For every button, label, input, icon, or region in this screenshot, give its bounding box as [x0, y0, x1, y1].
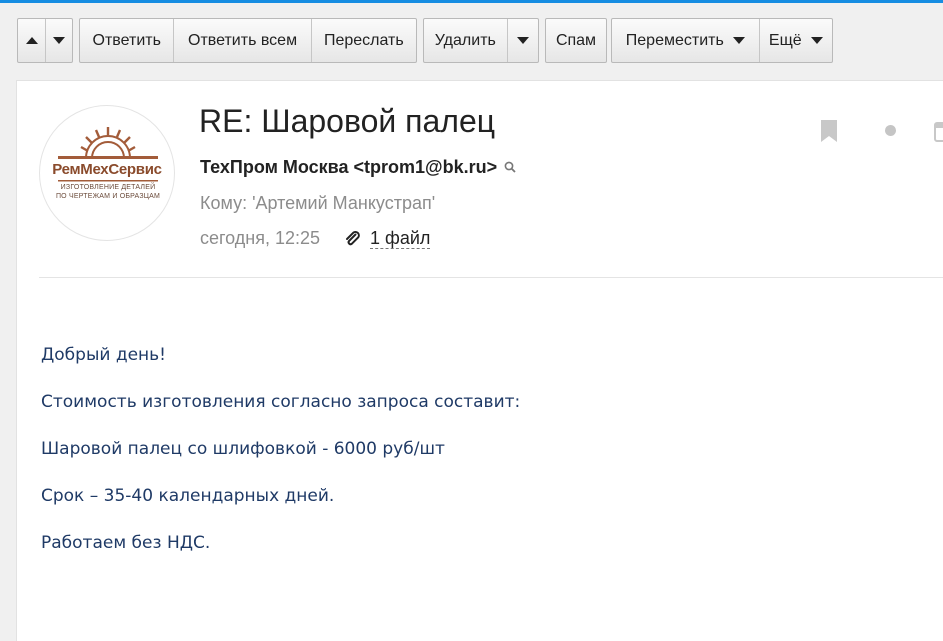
- arrow-down-icon: [53, 37, 65, 44]
- message-subject: RE: Шаровой палец: [199, 103, 496, 139]
- paperclip-icon: [346, 230, 360, 245]
- chevron-down-icon: [516, 37, 529, 44]
- calendar-icon[interactable]: [933, 119, 943, 143]
- message-meta: сегодня, 12:25 1 файл: [200, 228, 431, 249]
- move-button[interactable]: Переместить: [612, 19, 759, 62]
- body-line: Стоимость изготовления согласно запроса …: [41, 392, 521, 412]
- message-view: РемМехСервис ИЗГОТОВЛЕНИЕ ДЕТАЛЕЙ ПО ЧЕР…: [16, 80, 943, 641]
- reply-all-button[interactable]: Ответить всем: [173, 19, 310, 62]
- unread-dot-icon[interactable]: [885, 125, 896, 136]
- move-button-group: Переместить Ещё: [611, 18, 833, 63]
- body-line: Срок – 35-40 календарных дней.: [41, 486, 335, 506]
- recipient-line: Кому: 'Артемий Манкустрап': [200, 193, 436, 213]
- message-date: сегодня, 12:25: [200, 228, 321, 248]
- more-button[interactable]: Ещё: [758, 19, 832, 62]
- sender-avatar: РемМехСервис ИЗГОТОВЛЕНИЕ ДЕТАЛЕЙ ПО ЧЕР…: [39, 105, 175, 241]
- previous-message-button[interactable]: [18, 19, 45, 62]
- delete-options-button[interactable]: [506, 19, 538, 62]
- reply-button-group: Ответить Ответить всем Переслать: [79, 18, 417, 63]
- sender-name[interactable]: ТехПром Москва <tprom1@bk.ru>: [200, 157, 497, 178]
- logo-name: РемМехСервис: [52, 161, 162, 178]
- attachments-toggle[interactable]: 1 файл: [344, 228, 431, 249]
- logo-tagline-2: ПО ЧЕРТЕЖАМ И ОБРАЗЦАМ: [55, 193, 161, 200]
- delete-button[interactable]: Удалить: [424, 19, 507, 62]
- more-button-label: Ещё: [768, 31, 802, 49]
- attachments-link[interactable]: 1 файл: [370, 228, 431, 249]
- nav-button-group: [17, 18, 73, 63]
- body-line: Шаровой палец со шлифовкой - 6000 руб/шт: [41, 439, 445, 459]
- sender-line: ТехПром Москва <tprom1@bk.ru>: [200, 157, 517, 178]
- bookmark-icon[interactable]: [820, 119, 838, 143]
- forward-button[interactable]: Переслать: [310, 19, 416, 62]
- arrow-up-icon: [25, 37, 38, 44]
- search-icon[interactable]: [503, 160, 517, 174]
- body-line: Работаем без НДС.: [41, 533, 211, 553]
- chevron-down-icon: [732, 37, 745, 44]
- header-divider: [39, 277, 943, 278]
- spam-button-group: Спам: [545, 18, 607, 63]
- body-line: Добрый день!: [41, 345, 166, 365]
- toolbar: Ответить Ответить всем Переслать Удалить…: [0, 0, 943, 80]
- reply-button[interactable]: Ответить: [80, 19, 173, 62]
- next-message-button[interactable]: [45, 19, 72, 62]
- message-body: Добрый день! Стоимость изготовления согл…: [41, 343, 921, 578]
- delete-button-group: Удалить: [423, 18, 539, 63]
- logo-tagline: ИЗГОТОВЛЕНИЕ ДЕТАЛЕЙ: [60, 184, 156, 191]
- spam-button[interactable]: Спам: [546, 19, 606, 62]
- chevron-down-icon: [810, 37, 823, 44]
- move-button-label: Переместить: [625, 31, 724, 49]
